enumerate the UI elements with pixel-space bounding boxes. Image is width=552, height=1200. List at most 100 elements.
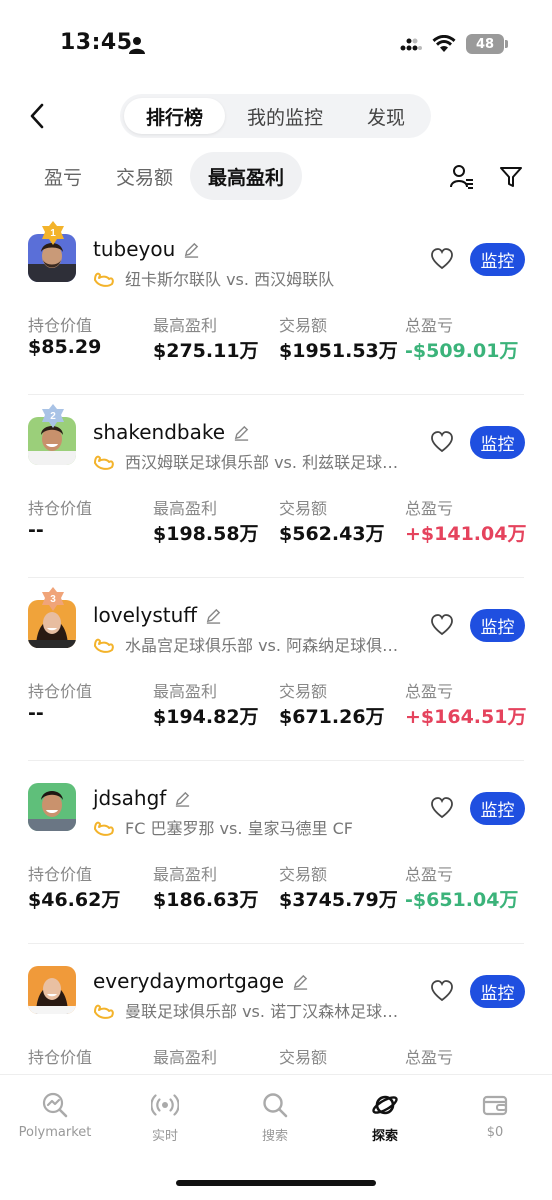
tab-label: Polymarket (18, 1125, 92, 1140)
match-line: 纽卡斯尔联队 vs. 西汉姆联队 (93, 266, 403, 290)
tab-discover[interactable]: 发现 (345, 98, 427, 134)
username-text: lovelystuff (93, 603, 198, 627)
avatar (28, 966, 76, 1014)
tab-polymarket[interactable]: Polymarket (0, 1091, 110, 1140)
stat-label-pnl: 总盈亏 (405, 1048, 454, 1067)
monitor-button[interactable]: 监控 (470, 426, 525, 459)
stat-label-max-profit: 最高盈利 (153, 499, 218, 518)
stat-label-position: 持仓价值 (28, 316, 93, 335)
filter-button[interactable] (496, 162, 526, 192)
heart-icon[interactable] (430, 980, 454, 1002)
filter-icon (500, 167, 522, 187)
monitor-button[interactable]: 监控 (470, 975, 525, 1008)
bicep-icon (94, 821, 114, 836)
tab-explore[interactable]: 探索 (330, 1091, 440, 1144)
trader-card[interactable]: 2 shakendbake 西汉姆联足球俱乐部 vs. 利兹联足球俱乐部 监控 … (0, 395, 552, 578)
subtab-volume[interactable]: 交易额 (116, 152, 173, 200)
match-line: 曼联足球俱乐部 vs. 诺丁汉森林足球俱乐部 (93, 998, 403, 1022)
status-indicators: 48 (400, 34, 508, 54)
stat-label-volume: 交易额 (279, 682, 328, 701)
username-text: everydaymortgage (93, 969, 285, 993)
stat-value-pnl: -$509.01万 (405, 340, 519, 362)
trader-card[interactable]: everydaymortgage 曼联足球俱乐部 vs. 诺丁汉森林足球俱乐部 … (0, 944, 552, 1074)
stat-value-max-profit: $186.63万 (153, 889, 259, 911)
top-nav: 排行榜 我的监控 发现 (0, 92, 552, 140)
edit-icon[interactable] (205, 607, 222, 624)
username: jdsahgf (93, 786, 191, 810)
stat-value-volume: $671.26万 (279, 706, 385, 728)
match-text: 纽卡斯尔联队 vs. 西汉姆联队 (125, 270, 335, 289)
trader-list: 1 tubeyou 纽卡斯尔联队 vs. 西汉姆联队 监控 持仓价值 最高盈利 … (0, 212, 552, 1074)
avatar (28, 783, 76, 831)
stat-label-max-profit: 最高盈利 (153, 682, 218, 701)
stat-label-position: 持仓价值 (28, 1048, 93, 1067)
trader-card[interactable]: jdsahgf FC 巴塞罗那 vs. 皇家马德里 CF 监控 持仓价值 最高盈… (0, 761, 552, 944)
subtab-max-profit[interactable]: 最高盈利 (190, 152, 303, 200)
username-text: tubeyou (93, 237, 176, 261)
wifi-icon (432, 35, 456, 52)
stat-label-volume: 交易额 (279, 865, 328, 884)
stat-value-pnl: +$141.04万 (405, 523, 527, 545)
tab-search[interactable]: 搜索 (220, 1091, 330, 1144)
heart-icon[interactable] (430, 797, 454, 819)
trader-card[interactable]: 1 tubeyou 纽卡斯尔联队 vs. 西汉姆联队 监控 持仓价值 最高盈利 … (0, 212, 552, 395)
bicep-icon (94, 455, 114, 470)
match-text: 曼联足球俱乐部 vs. 诺丁汉森林足球俱乐部 (125, 1002, 403, 1021)
monitor-button[interactable]: 监控 (470, 243, 525, 276)
match-line: 西汉姆联足球俱乐部 vs. 利兹联足球俱乐部 (93, 449, 403, 473)
monitor-button[interactable]: 监控 (470, 609, 525, 642)
edit-icon[interactable] (292, 973, 309, 990)
stat-label-pnl: 总盈亏 (405, 682, 454, 701)
back-button[interactable] (22, 100, 52, 132)
tab-wallet[interactable]: $0 (440, 1091, 550, 1140)
tab-label: 搜索 (261, 1129, 288, 1144)
search-icon (263, 1093, 288, 1118)
stat-value-position: -- (28, 702, 44, 724)
chevron-left-icon (30, 103, 44, 129)
stat-label-volume: 交易额 (279, 499, 328, 518)
heart-icon[interactable] (430, 614, 454, 636)
monitor-button[interactable]: 监控 (470, 792, 525, 825)
user-list-button[interactable] (447, 162, 477, 192)
match-text: 水晶宫足球俱乐部 vs. 阿森纳足球俱乐部 (125, 636, 403, 655)
username-text: shakendbake (93, 420, 226, 444)
tab-leaderboard[interactable]: 排行榜 (124, 98, 226, 134)
edit-icon[interactable] (233, 424, 250, 441)
username: lovelystuff (93, 603, 222, 627)
polymarket-icon (42, 1092, 68, 1118)
rank-number: 3 (50, 594, 56, 605)
wallet-icon (482, 1095, 508, 1116)
stat-value-volume: $1951.53万 (279, 340, 398, 362)
username: everydaymortgage (93, 969, 309, 993)
stat-label-max-profit: 最高盈利 (153, 316, 218, 335)
status-time: 13:45 (60, 30, 133, 55)
tab-label: 实时 (151, 1129, 178, 1144)
stat-label-pnl: 总盈亏 (405, 316, 454, 335)
heart-icon[interactable] (430, 431, 454, 453)
stat-value-pnl: -$651.04万 (405, 889, 519, 911)
subtab-pnl[interactable]: 盈亏 (44, 152, 82, 200)
username: shakendbake (93, 420, 250, 444)
match-text: FC 巴塞罗那 vs. 皇家马德里 CF (125, 819, 353, 838)
username-text: jdsahgf (93, 786, 167, 810)
stat-label-max-profit: 最高盈利 (153, 865, 218, 884)
stat-value-max-profit: $194.82万 (153, 706, 259, 728)
match-line: FC 巴塞罗那 vs. 皇家马德里 CF (93, 815, 403, 839)
tab-live[interactable]: 实时 (110, 1091, 220, 1144)
match-line: 水晶宫足球俱乐部 vs. 阿森纳足球俱乐部 (93, 632, 403, 656)
stat-label-volume: 交易额 (279, 316, 328, 335)
stat-label-max-profit: 最高盈利 (153, 1048, 218, 1067)
tab-my-monitoring[interactable]: 我的监控 (225, 98, 345, 134)
stat-label-pnl: 总盈亏 (405, 865, 454, 884)
edit-icon[interactable] (183, 241, 200, 258)
stat-value-volume: $3745.79万 (279, 889, 398, 911)
person-icon (129, 37, 145, 54)
heart-icon[interactable] (430, 248, 454, 270)
tab-label: $0 (486, 1125, 504, 1140)
edit-icon[interactable] (174, 790, 191, 807)
username: tubeyou (93, 237, 200, 261)
home-indicator (176, 1180, 376, 1186)
explore-icon (372, 1095, 398, 1115)
trader-card[interactable]: 3 lovelystuff 水晶宫足球俱乐部 vs. 阿森纳足球俱乐部 监控 持… (0, 578, 552, 761)
stat-value-pnl: +$164.51万 (405, 706, 527, 728)
